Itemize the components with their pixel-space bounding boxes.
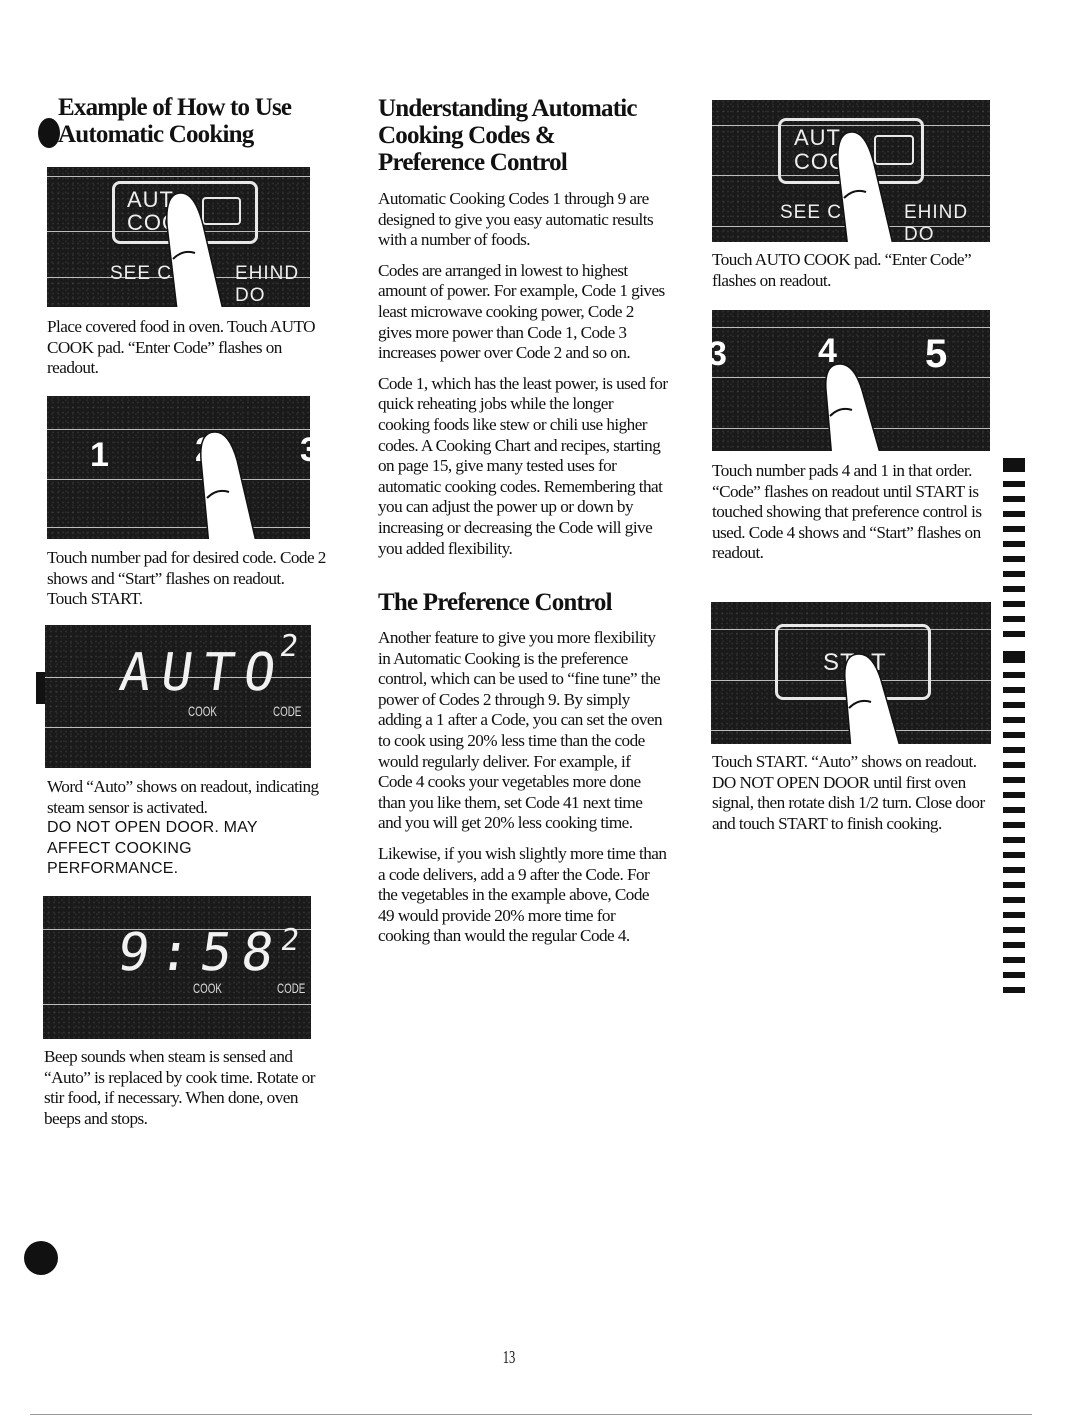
auto-readout-illustration: AUTO 2 COOK CODE	[45, 625, 311, 768]
title-line-3: Preference Control	[378, 149, 568, 176]
section-title: Understanding Automatic Cooking Codes & …	[378, 95, 668, 176]
caption-text: Touch number pads 4 and 1 in that order.…	[712, 461, 982, 563]
readout-label-code: CODE	[277, 980, 306, 996]
page-bottom-edge	[30, 1414, 1032, 1415]
cook-time-readout-illustration: 9:58 2 COOK CODE	[43, 896, 311, 1039]
title-line-1: Understanding Automatic	[378, 95, 638, 122]
paragraph: Automatic Cooking Codes 1 through 9 are …	[378, 189, 654, 250]
finger-icon	[837, 131, 894, 242]
binder-hole-marker	[38, 118, 60, 148]
warning-text: DO NOT OPEN DOOR. MAY AFFECT COOKING PER…	[47, 819, 258, 878]
right-step-3-caption: Touch START. “Auto” shows on readout. DO…	[712, 752, 1002, 834]
strip-text-right: EHIND DO	[904, 202, 969, 242]
step-1-caption: Place covered food in oven. Touch AUTO C…	[47, 317, 322, 379]
number-pad-3: 3	[300, 431, 310, 469]
strip-text-right: EHIND DO	[235, 263, 300, 306]
scan-edge-marks	[1003, 458, 1025, 1002]
title-line-2: Cooking Codes &	[378, 122, 556, 149]
number-pad-1: 1	[90, 436, 109, 474]
caption-text: Touch START. “Auto” shows on readout. DO…	[712, 752, 985, 833]
binder-hole-marker	[24, 1241, 58, 1275]
readout-code: 2	[277, 629, 311, 664]
caption-text: Beep sounds when steam is sensed and “Au…	[44, 1047, 315, 1128]
readout-label-code: CODE	[273, 703, 302, 719]
title-line-1: Example of How to Use	[58, 94, 292, 121]
section-title: Example of How to Use Automatic Cooking	[58, 94, 358, 148]
number-pad-5: 5	[925, 332, 948, 376]
number-pad-3: 3	[712, 335, 727, 373]
readout-code: 2	[278, 923, 311, 958]
step-4-caption: Beep sounds when steam is sensed and “Au…	[44, 1047, 334, 1129]
auto-cook-pad-illustration: AUT COO SEE C EHIND DO	[712, 100, 990, 242]
finger-icon	[166, 192, 224, 307]
caption-text: Place covered food in oven. Touch AUTO C…	[47, 317, 316, 378]
number-pads-illustration: 1 2 3	[47, 396, 310, 539]
auto-cook-pad-illustration: AUT COO SEE C EHIND DO	[47, 167, 310, 307]
right-step-2-caption: Touch number pads 4 and 1 in that order.…	[712, 461, 992, 564]
title-line-2: Automatic Cooking	[58, 121, 254, 148]
middle-column: Understanding Automatic Cooking Codes & …	[378, 95, 668, 947]
caption-text: Touch AUTO COOK pad. “Enter Code” flashe…	[712, 250, 972, 290]
paragraph: Likewise, if you wish slightly more time…	[378, 844, 667, 946]
paragraph: Codes are arranged in lowest to highest …	[378, 260, 665, 363]
left-column: Example of How to Use Automatic Cooking	[58, 94, 358, 148]
readout-label-cook: COOK	[193, 980, 222, 996]
subheading: The Preference Control	[378, 589, 613, 617]
paragraph: Another feature to give you more flexibi…	[378, 628, 663, 833]
caption-text: Touch number pad for desired code. Code …	[47, 548, 326, 609]
finger-icon	[200, 431, 257, 539]
finger-icon	[844, 653, 901, 744]
readout-display: AUTO	[115, 643, 290, 703]
readout-label-cook: COOK	[188, 703, 217, 719]
number-pads-illustration: 3 4 5	[712, 310, 990, 451]
finger-icon	[825, 363, 881, 451]
start-pad-illustration: ST T	[711, 602, 991, 744]
paragraph: Code 1, which has the least power, is us…	[378, 373, 668, 558]
right-step-1-caption: Touch AUTO COOK pad. “Enter Code” flashe…	[712, 250, 992, 291]
page-number: 13	[502, 1347, 516, 1367]
step-2-caption: Touch number pad for desired code. Code …	[47, 548, 327, 610]
readout-display: 9:58	[113, 923, 288, 983]
step-3-caption: Word “Auto” shows on readout, indicating…	[47, 777, 337, 880]
caption-text: Word “Auto” shows on readout, indicating…	[47, 777, 319, 817]
